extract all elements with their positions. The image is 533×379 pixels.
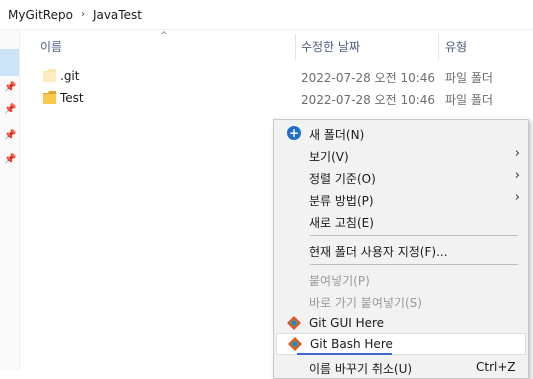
file-type: 파일 폴더 [445, 71, 493, 85]
menu-item-git-bash[interactable]: Git Bash Here [276, 333, 526, 355]
chevron-right-icon[interactable]: › [81, 9, 85, 20]
menu-item-new-folder[interactable]: + 새 폴더(N) [276, 122, 526, 144]
file-row-git[interactable]: .git 2022-07-28 오전 10:46 파일 폴더 [40, 67, 520, 87]
breadcrumb-item-mygitrepo[interactable]: MyGitRepo [8, 8, 73, 22]
menu-item-paste: 붙여넣기(P) [276, 268, 526, 290]
menu-item-label: Git Bash Here [310, 337, 393, 351]
breadcrumb-item-javatest[interactable]: JavaTest [93, 8, 142, 22]
file-row-test[interactable]: Test 2022-07-28 오전 10:46 파일 폴더 [40, 89, 520, 109]
menu-item-label: 이름 바꾸기 취소(U) [309, 362, 413, 376]
column-header-name[interactable]: 이름 [40, 38, 62, 58]
menu-item-label: 보기(V) [309, 150, 349, 164]
breadcrumb: MyGitRepo › JavaTest [0, 0, 533, 30]
pin-icon[interactable]: 📌 [4, 154, 16, 166]
menu-item-label: 현재 폴더 사용자 지정(F)... [309, 245, 448, 259]
menu-item-label: 정렬 기준(O) [309, 172, 376, 186]
chevron-right-icon: › [514, 168, 520, 183]
git-gui-icon [287, 316, 301, 330]
menu-separator [310, 264, 518, 265]
chevron-right-icon: › [514, 190, 520, 205]
pin-icon[interactable]: 📌 [4, 104, 16, 116]
menu-item-git-gui[interactable]: Git GUI Here [276, 312, 526, 334]
file-type: 파일 폴더 [445, 93, 493, 107]
column-header-type[interactable]: 유형 [445, 38, 467, 58]
context-menu: + 새 폴더(N) 보기(V) › 정렬 기준(O) › 분류 방법(P) › … [273, 119, 529, 379]
sort-ascending-icon: ^ [160, 31, 168, 41]
navigation-selected-item[interactable] [0, 49, 19, 76]
git-bash-icon [288, 337, 302, 351]
menu-item-label: 새로 고침(E) [309, 216, 374, 230]
column-header-modified[interactable]: 수정한 날짜 [301, 38, 360, 58]
menu-item-undo-rename[interactable]: 이름 바꾸기 취소(U) Ctrl+Z [276, 356, 526, 378]
menu-item-label: 바로 가기 붙여넣기(S) [309, 296, 422, 310]
navigation-pane: 📌 📌 📌 📌 [0, 30, 20, 370]
chevron-right-icon: › [514, 146, 520, 161]
menu-item-group-by[interactable]: 분류 방법(P) › [276, 188, 526, 210]
column-divider[interactable] [295, 34, 296, 60]
plus-circle-icon: + [287, 126, 301, 140]
menu-item-customize-folder[interactable]: 현재 폴더 사용자 지정(F)... [276, 239, 526, 261]
menu-separator [310, 235, 518, 236]
folder-faded-icon [43, 69, 56, 82]
menu-item-paste-shortcut: 바로 가기 붙여넣기(S) [276, 290, 526, 312]
column-divider[interactable] [438, 34, 439, 60]
menu-item-label: 분류 방법(P) [309, 194, 374, 208]
file-date: 2022-07-28 오전 10:46 [301, 71, 436, 85]
file-name: Test [60, 91, 84, 105]
menu-item-view[interactable]: 보기(V) › [276, 144, 526, 166]
menu-item-label: Git GUI Here [309, 316, 385, 330]
menu-item-shortcut: Ctrl+Z [476, 360, 516, 374]
menu-item-label: 새 폴더(N) [309, 128, 365, 142]
pin-icon[interactable]: 📌 [4, 130, 16, 142]
folder-icon [43, 91, 56, 104]
file-name: .git [60, 69, 80, 83]
menu-item-refresh[interactable]: 새로 고침(E) [276, 210, 526, 232]
menu-item-label: 붙여넣기(P) [309, 274, 370, 288]
highlight-underline [297, 353, 392, 355]
pin-icon[interactable]: 📌 [4, 82, 16, 94]
menu-item-sort-by[interactable]: 정렬 기준(O) › [276, 166, 526, 188]
file-date: 2022-07-28 오전 10:46 [301, 93, 436, 107]
